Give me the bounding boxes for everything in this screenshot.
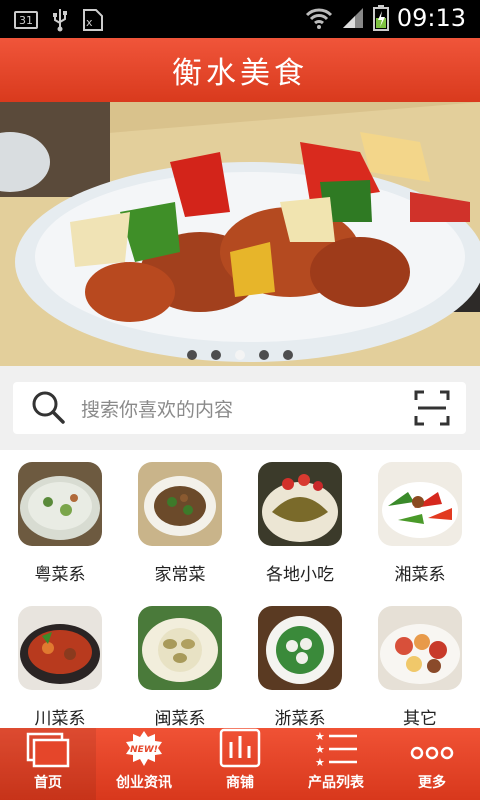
svg-text:x: x (86, 16, 93, 29)
search-icon (32, 391, 65, 424)
search-input[interactable]: 搜索你喜欢的内容 (81, 395, 233, 422)
category-snacks[interactable]: 各地小吃 (240, 450, 360, 590)
noodle-dish-photo (258, 462, 342, 546)
tab-product-list[interactable]: ★ ★ ★ 产品列表 (288, 728, 384, 800)
congee-dish-photo (18, 462, 102, 546)
home-pages-icon (26, 732, 70, 768)
search-section: 搜索你喜欢的内容 (0, 366, 480, 450)
banner-carousel[interactable] (0, 102, 480, 366)
category-others[interactable]: 其它 (360, 594, 480, 734)
hotpot-dish-photo (18, 606, 102, 690)
carousel-dot-active[interactable] (235, 350, 245, 360)
pepper-dish-photo (378, 462, 462, 546)
svg-text:NEW!: NEW! (130, 745, 158, 755)
tofu-greens-dish-photo (258, 606, 342, 690)
tab-label: 更多 (418, 775, 446, 791)
tab-store[interactable]: 商铺 (192, 728, 288, 800)
usb-icon (53, 9, 67, 32)
banner-food-photo (0, 102, 480, 366)
category-hunan[interactable]: 湘菜系 (360, 450, 480, 590)
search-bar[interactable]: 搜索你喜欢的内容 (13, 382, 466, 434)
category-label: 粤菜系 (34, 565, 86, 585)
category-sichuan[interactable]: 川菜系 (0, 594, 120, 734)
category-label: 湘菜系 (394, 565, 446, 585)
carousel-dot[interactable] (211, 350, 221, 360)
status-bar: 31 x 09:13 (0, 0, 480, 38)
star-list-icon: ★★★ (315, 730, 357, 768)
notification-count-icon: 31 (14, 11, 38, 29)
category-cantonese[interactable]: 粤菜系 (0, 450, 120, 590)
svg-text:★: ★ (315, 756, 325, 768)
abalone-dish-photo (138, 606, 222, 690)
clock: 09:13 (396, 4, 466, 32)
sim-card-icon: x (83, 9, 103, 31)
svg-text:★: ★ (315, 743, 325, 756)
category-home-style[interactable]: 家常菜 (120, 450, 240, 590)
category-fujian[interactable]: 闽菜系 (120, 594, 240, 734)
tab-business-news[interactable]: NEW! 创业资讯 (96, 728, 192, 800)
app-title: 衡水美食 (172, 56, 308, 91)
tab-more[interactable]: 更多 (384, 728, 480, 800)
category-label: 川菜系 (34, 709, 86, 729)
tab-label: 创业资讯 (116, 775, 172, 791)
category-label: 浙菜系 (274, 709, 326, 729)
new-badge-icon: NEW! (126, 731, 162, 766)
battery-icon (372, 5, 389, 31)
carousel-dot[interactable] (187, 350, 197, 360)
store-chart-icon (219, 728, 261, 768)
platter-dish-photo (378, 606, 462, 690)
tab-label: 商铺 (226, 775, 254, 791)
signal-icon (342, 8, 363, 28)
carousel-dot[interactable] (259, 350, 269, 360)
tab-label: 产品列表 (308, 775, 364, 791)
category-zhejiang[interactable]: 浙菜系 (240, 594, 360, 734)
bottom-tab-bar: 首页 NEW! 创业资讯 商铺 ★ ★ ★ 产品列表 更多 (0, 728, 480, 800)
category-label: 闽菜系 (154, 709, 206, 729)
carousel-dots (0, 350, 480, 360)
svg-text:★: ★ (315, 730, 325, 743)
carousel-dot[interactable] (283, 350, 293, 360)
category-label: 家常菜 (154, 565, 206, 585)
wifi-icon (305, 8, 332, 29)
tab-label: 首页 (34, 775, 62, 791)
scan-icon[interactable] (414, 390, 450, 426)
app-header: 衡水美食 (0, 38, 480, 102)
stirfry-dish-photo (138, 462, 222, 546)
category-label: 其它 (403, 709, 437, 729)
more-dots-icon (410, 746, 454, 760)
category-label: 各地小吃 (266, 565, 334, 585)
notification-count: 31 (19, 13, 33, 27)
tab-home[interactable]: 首页 (0, 728, 96, 800)
category-grid: 粤菜系 家常菜 各地小吃 湘菜系 川菜系 闽菜系 浙菜系 其它 (0, 450, 480, 729)
